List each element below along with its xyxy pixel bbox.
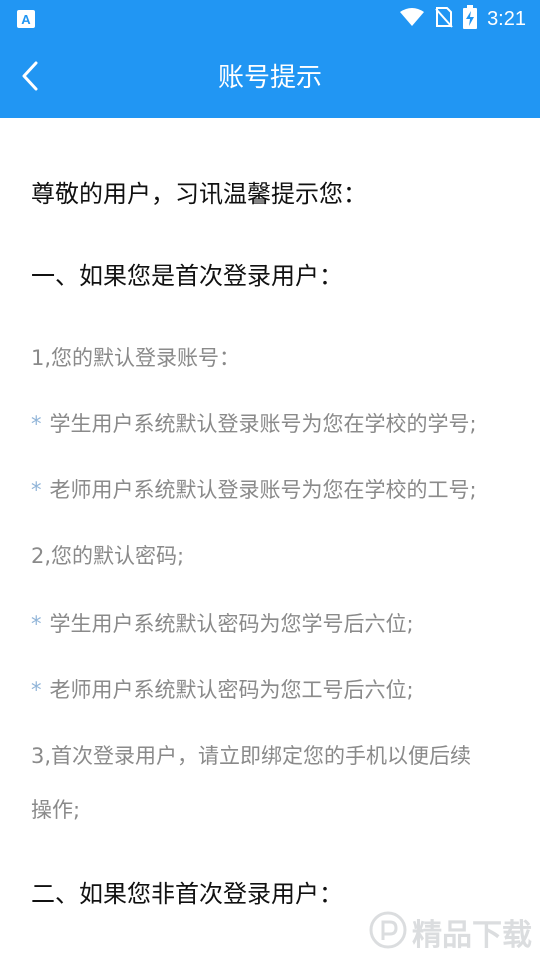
back-button[interactable] <box>0 38 60 118</box>
status-icons: 3:21 <box>399 0 526 38</box>
app-notification-icon: A <box>16 9 36 29</box>
bullet-mark: * <box>31 612 42 636</box>
battery-charging-icon <box>463 5 478 33</box>
status-bar: A 3:21 <box>0 0 540 38</box>
wifi-icon <box>399 7 425 31</box>
item1-bullet1: * 学生用户系统默认登录账号为您在学校的学号; <box>31 408 477 438</box>
no-sim-icon <box>435 6 453 32</box>
item3-text-line1: 3,首次登录用户，请立即绑定您的手机以便后续 <box>31 744 472 768</box>
app-bar: 账号提示 <box>0 38 540 118</box>
watermark: 精品下载 <box>368 910 532 954</box>
item2-bullet1-text: 学生用户系统默认密码为您学号后六位; <box>49 612 414 636</box>
account-tips-content: 尊敬的用户，习讯温馨提示您： 一、如果您是首次登录用户： 1,您的默认登录账号：… <box>0 118 540 960</box>
bullet-mark: * <box>31 678 42 702</box>
item1-bullet2: * 老师用户系统默认登录账号为您在学校的工号; <box>31 474 477 504</box>
greeting-text: 尊敬的用户，习讯温馨提示您： <box>31 180 367 208</box>
status-time: 3:21 <box>487 7 526 30</box>
svg-text:A: A <box>21 12 31 27</box>
section1-title: 一、如果您是首次登录用户： <box>31 262 343 290</box>
item1-text: 1,您的默认登录账号： <box>31 346 241 370</box>
item2-bullet2-text: 老师用户系统默认密码为您工号后六位; <box>49 678 414 702</box>
bullet-mark: * <box>31 412 42 436</box>
item3-text-line2: 操作; <box>31 798 81 822</box>
item2-text: 2,您的默认密码; <box>31 544 185 568</box>
item1-bullet2-text: 老师用户系统默认登录账号为您在学校的工号; <box>49 478 477 502</box>
item1-bullet1-text: 学生用户系统默认登录账号为您在学校的学号; <box>49 412 477 436</box>
item2-bullet1: * 学生用户系统默认密码为您学号后六位; <box>31 608 414 638</box>
page-title: 账号提示 <box>217 63 322 93</box>
item2-bullet2: * 老师用户系统默认密码为您工号后六位; <box>31 674 414 704</box>
bullet-mark: * <box>31 478 42 502</box>
chevron-left-icon <box>20 60 40 96</box>
watermark-logo-icon <box>368 910 408 954</box>
watermark-text: 精品下载 <box>412 918 532 953</box>
section2-title: 二、如果您非首次登录用户： <box>31 880 343 908</box>
